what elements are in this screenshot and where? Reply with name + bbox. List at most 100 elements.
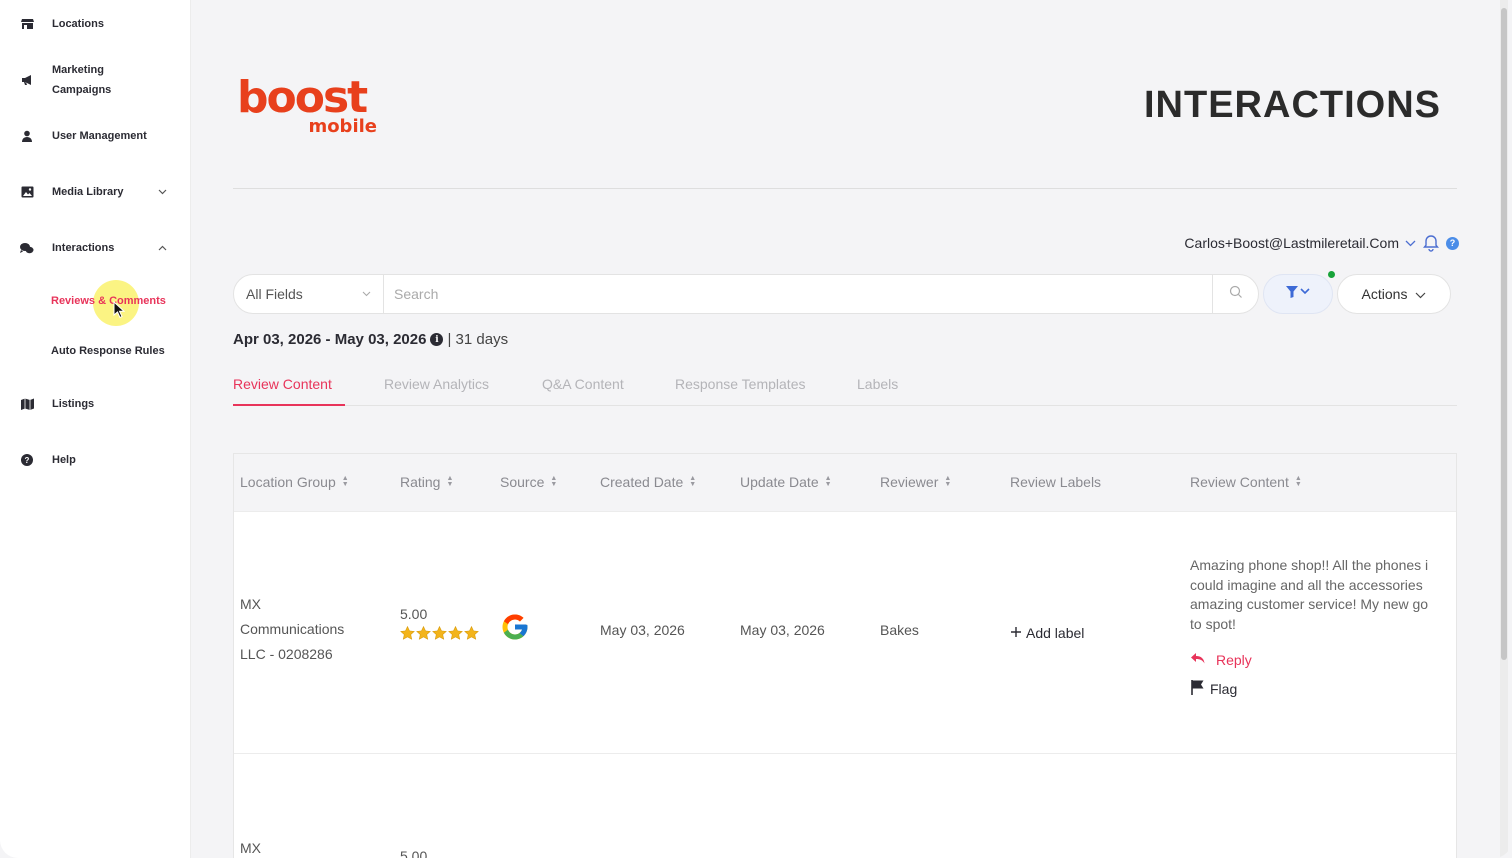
user-icon [20, 129, 34, 143]
search-input[interactable] [384, 275, 1212, 313]
tab-response-templates[interactable]: Response Templates [675, 376, 805, 392]
bell-icon[interactable] [1422, 234, 1440, 252]
star-rating [400, 626, 479, 640]
column-header-source[interactable]: Source ▲ ▼ [500, 474, 557, 490]
plus-icon [1010, 625, 1022, 641]
help-icon: ? [20, 453, 34, 467]
column-header-label: Created Date [600, 474, 684, 490]
location-line: MX [240, 596, 261, 612]
chevron-up-icon[interactable] [158, 242, 167, 254]
tab-review-analytics[interactable]: Review Analytics [384, 376, 489, 392]
main-content: boost mobile INTERACTIONS Carlos+Boost@L… [191, 0, 1499, 858]
date-range: Apr 03, 2026 - May 03, 2026 i | 31 days [233, 331, 508, 348]
store-icon [20, 17, 34, 31]
star-icon [416, 626, 431, 640]
flag-button[interactable]: Flag [1190, 679, 1237, 698]
chevron-down-icon[interactable] [1405, 236, 1416, 250]
sort-icon: ▲ ▼ [446, 475, 454, 488]
sort-icon: ▲ ▼ [824, 475, 832, 488]
sidebar-item-help[interactable]: ? Help [0, 450, 191, 470]
sidebar-item-locations[interactable]: Locations [0, 14, 191, 34]
sidebar-subitem-reviews-comments[interactable]: Reviews & Comments [51, 295, 166, 307]
reply-label: Reply [1216, 652, 1252, 668]
chevron-down-icon[interactable] [158, 186, 167, 198]
column-header-label: Source [500, 474, 545, 490]
star-icon [432, 626, 447, 640]
column-header-review-labels: Review Labels [1010, 474, 1101, 490]
table-row[interactable]: MX Communications LLC - 0208286 5.00 May… [234, 512, 1456, 754]
column-header-update-date[interactable]: Update Date ▲ ▼ [740, 474, 832, 490]
sidebar-item-media-library[interactable]: Media Library [0, 182, 191, 202]
header-divider [233, 188, 1457, 189]
star-icon [400, 626, 415, 640]
location-line: MX [240, 840, 261, 856]
sort-icon: ▲ ▼ [550, 475, 558, 488]
sidebar-item-label: Interactions [52, 242, 115, 254]
sidebar-item-label: Marketing Campaigns [52, 64, 112, 96]
reviewer-cell: Bakes [880, 622, 919, 638]
tab-review-content[interactable]: Review Content [233, 376, 332, 392]
chat-icon [20, 241, 34, 255]
tab-labels[interactable]: Labels [857, 376, 898, 392]
review-text-line: to spot! [1190, 615, 1236, 632]
reviews-table: Location Group ▲ ▼ Rating ▲ ▼ Source ▲ ▼ Creat… [233, 453, 1457, 858]
actions-button[interactable]: Actions [1337, 274, 1451, 314]
created-date-cell: May 03, 2026 [600, 622, 685, 638]
sidebar-subitem-auto-response-rules[interactable]: Auto Response Rules [51, 345, 165, 357]
tab-qa-content[interactable]: Q&A Content [542, 376, 624, 392]
column-header-rating[interactable]: Rating ▲ ▼ [400, 474, 453, 490]
filter-button[interactable] [1263, 274, 1333, 314]
search-button[interactable] [1212, 275, 1258, 313]
sidebar: Locations Marketing Campaigns User Manag… [0, 0, 191, 858]
brand-logo: boost mobile [237, 76, 387, 140]
date-range-value[interactable]: Apr 03, 2026 - May 03, 2026 [233, 331, 426, 348]
flag-label: Flag [1210, 680, 1238, 697]
sort-icon: ▲ ▼ [341, 475, 349, 488]
google-icon [502, 614, 528, 640]
location-group-cell: MX Communications LLC - 0208286 [240, 592, 380, 667]
location-group-cell: MX [240, 836, 380, 858]
sidebar-item-marketing-campaigns[interactable]: Marketing Campaigns [0, 60, 191, 100]
review-text-line: could imagine and all the accessories [1190, 576, 1423, 593]
sidebar-item-interactions[interactable]: Interactions [0, 238, 191, 258]
rating-cell: 5.00 [400, 606, 479, 640]
table-row[interactable]: MX 5.00 [234, 754, 1456, 858]
star-icon [448, 626, 463, 640]
reply-icon [1190, 652, 1206, 668]
sidebar-item-listings[interactable]: Listings [0, 394, 191, 414]
flag-icon [1190, 679, 1206, 698]
column-header-label: Location Group [240, 474, 336, 490]
search-bar: All Fields [233, 274, 1259, 314]
reply-button[interactable]: Reply [1190, 652, 1252, 668]
add-label-button[interactable]: Add label [1010, 625, 1084, 641]
user-menu[interactable]: Carlos+Boost@Lastmileretail.Com [1184, 235, 1399, 251]
review-text-line: Amazing phone shop!! All the phones i [1190, 557, 1429, 573]
search-field-select[interactable]: All Fields [234, 275, 384, 313]
help-icon[interactable]: ? [1446, 236, 1459, 250]
chevron-down-icon [362, 289, 371, 300]
column-header-review-content[interactable]: Review Content ▲ ▼ [1190, 474, 1302, 490]
sidebar-item-label: User Management [52, 130, 147, 142]
location-line: Communications [240, 621, 345, 637]
svg-text:?: ? [25, 456, 30, 465]
brand-logo-subtext: mobile [308, 116, 377, 137]
mouse-pointer-icon [113, 300, 126, 324]
rating-value: 5.00 [400, 848, 428, 858]
tab-bar: Review Content Review Analytics Q&A Cont… [233, 372, 1457, 406]
rating-value: 5.00 [400, 606, 428, 622]
column-header-created-date[interactable]: Created Date ▲ ▼ [600, 474, 696, 490]
sidebar-item-label: Help [52, 454, 76, 466]
sort-icon: ▲ ▼ [944, 475, 952, 488]
column-header-location-group[interactable]: Location Group ▲ ▼ [240, 474, 349, 490]
active-tab-indicator [233, 404, 345, 406]
scrollbar-thumb[interactable] [1501, 8, 1507, 660]
sidebar-item-label: Locations [52, 18, 104, 30]
megaphone-icon [20, 73, 34, 87]
add-label-text: Add label [1026, 625, 1085, 641]
app-window: Locations Marketing Campaigns User Manag… [0, 0, 1512, 858]
date-range-days: | 31 days [447, 331, 509, 348]
page-scrollbar[interactable] [1500, 0, 1508, 858]
column-header-reviewer[interactable]: Reviewer ▲ ▼ [880, 474, 951, 490]
sidebar-item-user-management[interactable]: User Management [0, 116, 191, 156]
info-icon[interactable]: i [430, 333, 444, 346]
